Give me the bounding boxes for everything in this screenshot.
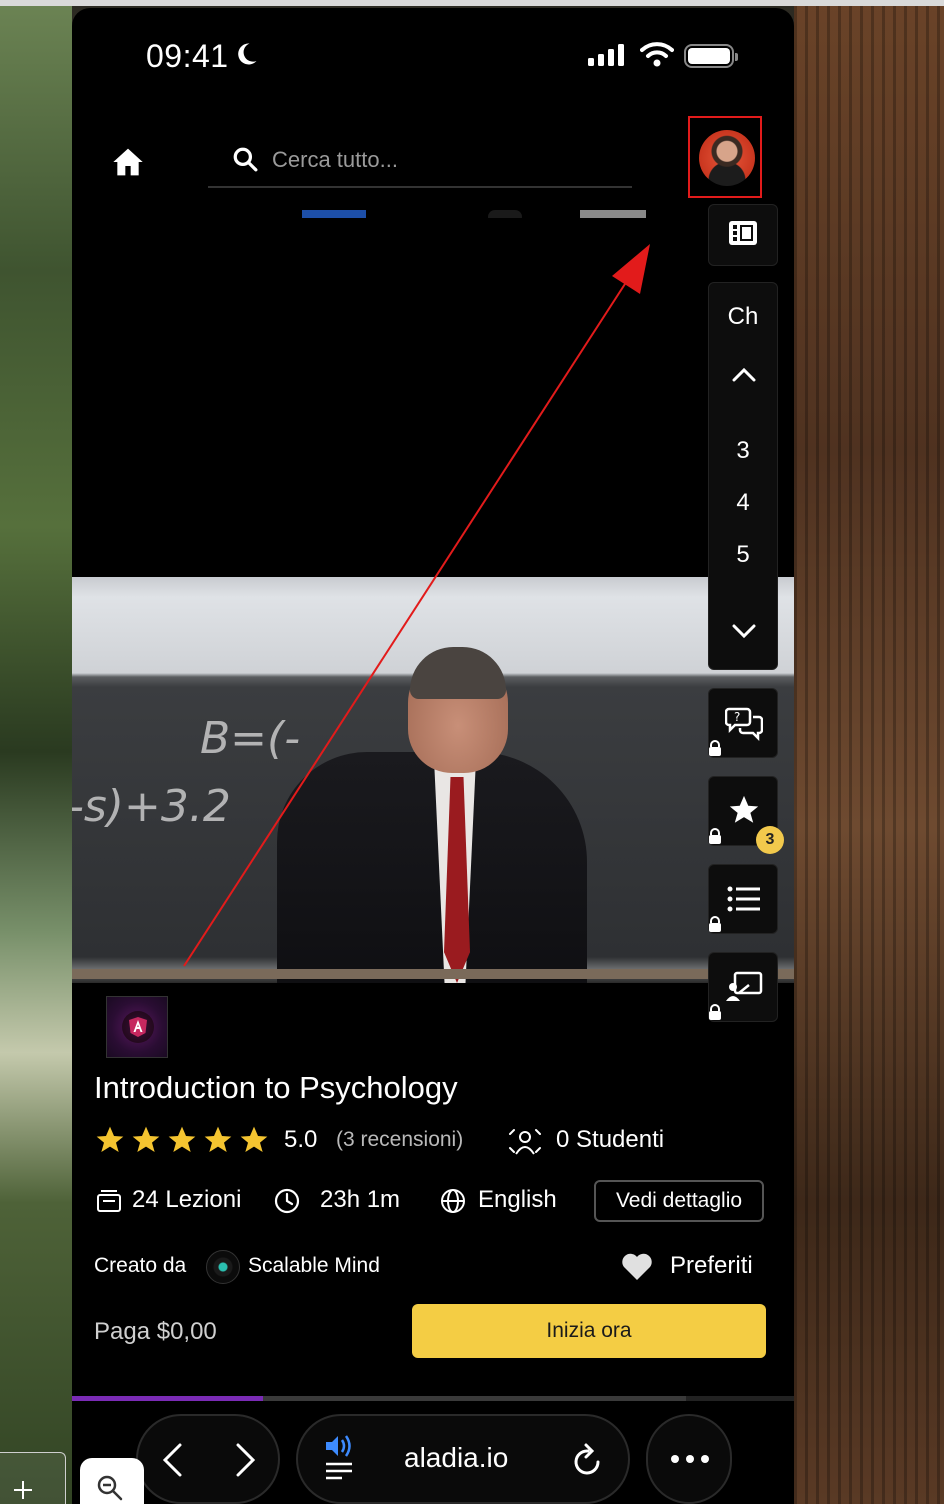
rating-stars	[94, 1124, 274, 1156]
star-icon	[729, 795, 759, 823]
chevron-down-icon[interactable]	[731, 623, 757, 639]
search-icon	[233, 147, 258, 172]
lock-icon	[709, 916, 721, 932]
moon-icon	[238, 43, 257, 65]
star-icon	[202, 1124, 234, 1156]
url-text[interactable]: aladia.io	[404, 1442, 508, 1474]
presentation-icon	[726, 971, 763, 1001]
created-by-label: Creato da	[94, 1254, 187, 1277]
students-count: 0 Studenti	[556, 1126, 665, 1153]
view-detail-button[interactable]: Vedi dettaglio	[594, 1180, 764, 1222]
browser-nav-group	[136, 1414, 280, 1504]
course-language: English	[478, 1186, 557, 1213]
creator-avatar[interactable]	[206, 1250, 240, 1284]
lecturer-figure	[277, 752, 587, 983]
chalkboard-writing: -s)+3.2	[72, 781, 231, 832]
svg-text:?: ?	[734, 710, 740, 724]
page-progress-bar	[72, 1396, 794, 1401]
video-frame[interactable]: B=(- -s)+3.2	[72, 577, 794, 983]
forward-arrow-icon[interactable]	[234, 1442, 258, 1478]
star-icon	[166, 1124, 198, 1156]
media-button[interactable]	[708, 204, 778, 266]
students-icon	[509, 1129, 541, 1155]
course-duration: 23h 1m	[320, 1186, 401, 1213]
desktop-background-left	[0, 0, 72, 1504]
rating-value: 5.0	[284, 1126, 318, 1153]
plus-icon	[14, 1481, 32, 1499]
desktop-top-edge	[0, 0, 944, 6]
chat-question-icon: ?	[725, 707, 763, 741]
new-tab-button[interactable]	[0, 1452, 66, 1504]
browser-more-button[interactable]	[646, 1414, 732, 1504]
lecturer-hair	[410, 647, 506, 699]
star-icon	[238, 1124, 270, 1156]
heart-icon[interactable]	[620, 1252, 654, 1282]
video-player[interactable]	[72, 218, 794, 578]
course-title: Introduction to Psychology	[94, 1070, 458, 1105]
clock-icon	[274, 1188, 300, 1214]
reload-icon[interactable]	[572, 1442, 604, 1478]
start-now-button[interactable]: Inizia ora	[412, 1304, 766, 1358]
zoom-out-button[interactable]	[80, 1458, 144, 1504]
lessons-count: 24 Lezioni	[132, 1186, 242, 1213]
page-progress-fill	[72, 1396, 264, 1401]
chapters-panel: Ch 3 4 5	[708, 282, 778, 670]
lessons-icon	[97, 1190, 121, 1212]
course-logo-mark	[122, 1011, 154, 1043]
search-bar[interactable]	[208, 132, 632, 188]
star-icon	[94, 1124, 126, 1156]
more-dots-icon	[671, 1455, 709, 1463]
chalkboard-writing: B=(-	[200, 713, 301, 764]
chapter-item[interactable]: 4	[709, 489, 777, 517]
zoom-out-icon	[97, 1475, 123, 1501]
film-icon	[729, 221, 757, 245]
list-icon	[727, 886, 760, 912]
chapter-item[interactable]: 3	[709, 437, 777, 465]
chalk-tray	[72, 969, 794, 979]
home-icon[interactable]	[112, 146, 144, 178]
chevron-up-icon[interactable]	[731, 367, 757, 383]
page-progress-end	[686, 1396, 794, 1401]
status-bar: 09:41	[72, 8, 794, 104]
browser-address-bar[interactable]: aladia.io	[296, 1414, 630, 1504]
lock-icon	[709, 828, 721, 844]
lock-icon	[709, 1004, 721, 1020]
creator-name[interactable]: Scalable Mind	[248, 1254, 380, 1278]
avatar-highlight	[688, 116, 762, 198]
globe-icon	[441, 1189, 465, 1213]
status-time: 09:41	[146, 38, 229, 74]
reviews-count[interactable]: (3 recensioni)	[336, 1128, 463, 1152]
phone-screen: 09:41 Cerca tutto... B=(- -s)+3.2 Ch 3 4…	[72, 8, 794, 1504]
lock-icon	[709, 740, 721, 756]
app-header	[72, 108, 794, 216]
avatar[interactable]	[699, 130, 755, 186]
favorites-label[interactable]: Preferiti	[670, 1252, 753, 1280]
search-input[interactable]	[272, 140, 612, 180]
wifi-icon	[640, 42, 674, 67]
speaker-reader-icon[interactable]	[324, 1434, 356, 1480]
desktop-background-right	[794, 0, 944, 1504]
reviews-count-badge: 3	[756, 826, 784, 854]
star-icon	[130, 1124, 162, 1156]
chapter-item[interactable]: 5	[709, 541, 777, 569]
signal-icon	[588, 44, 624, 66]
angular-logo-icon	[129, 1017, 147, 1037]
back-arrow-icon[interactable]	[160, 1442, 184, 1478]
battery-icon	[684, 44, 738, 68]
course-logo	[106, 996, 168, 1058]
chapters-label: Ch	[727, 303, 759, 330]
course-price: Paga $0,00	[94, 1318, 217, 1345]
